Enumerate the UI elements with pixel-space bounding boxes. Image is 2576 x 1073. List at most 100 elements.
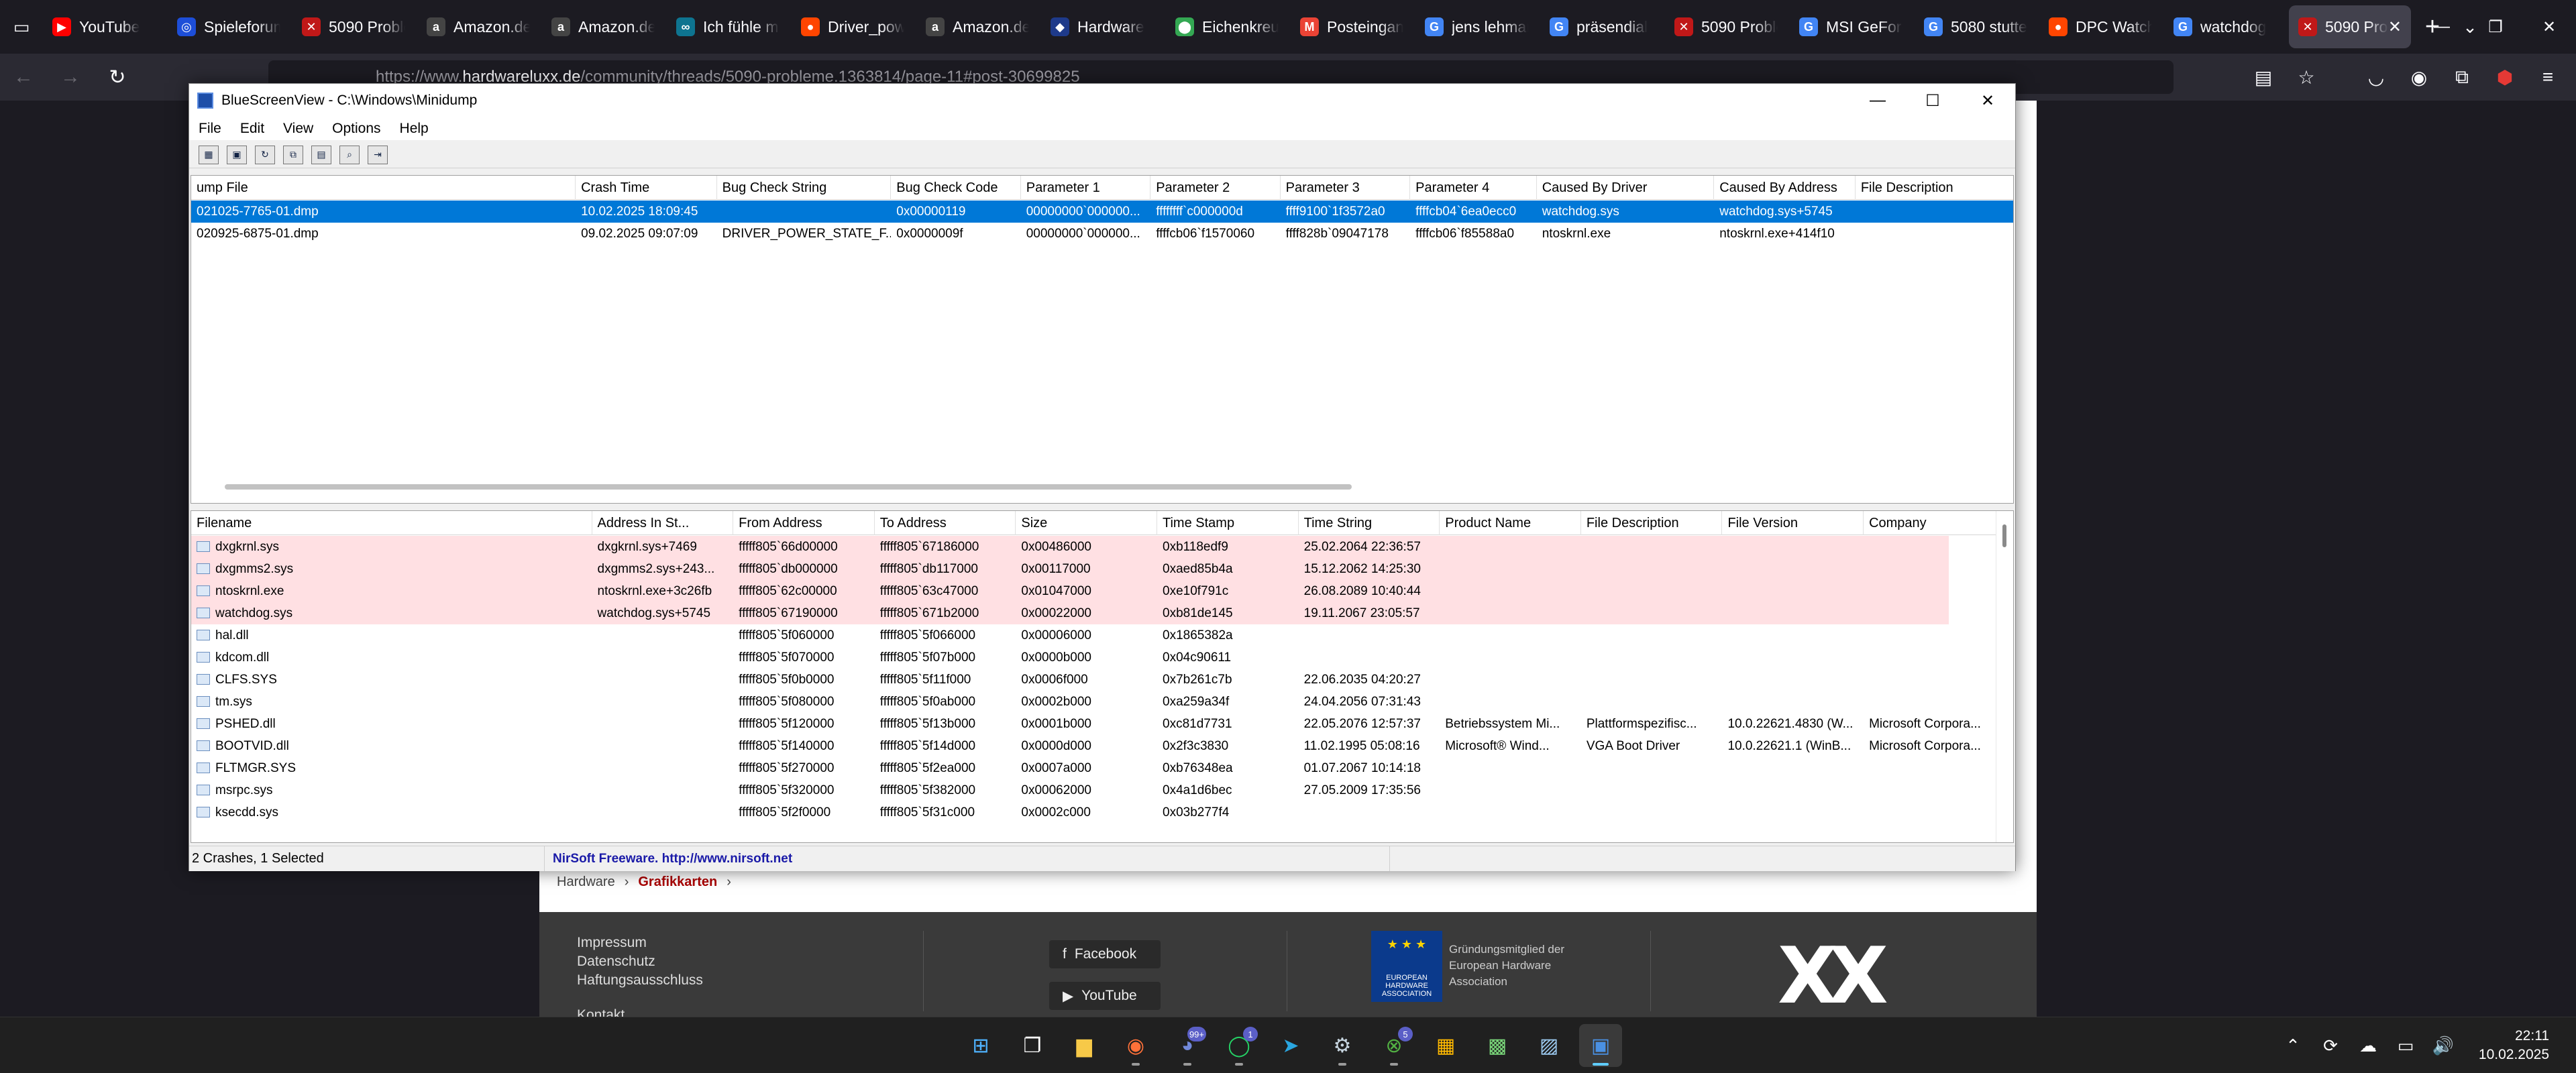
copy-icon[interactable]: ⧉ bbox=[283, 145, 303, 164]
bluescreenview-taskbar-icon[interactable]: ▣ bbox=[1579, 1024, 1622, 1067]
eha-logo[interactable]: ★ ★ ★ EUROPEAN HARDWARE ASSOCIATION bbox=[1371, 931, 1442, 1002]
advanced-options-icon[interactable]: ▦ bbox=[199, 145, 219, 164]
menu-options[interactable]: Options bbox=[332, 121, 380, 137]
browser-tab[interactable]: a Amazon.de bbox=[417, 5, 539, 48]
table-row[interactable]: tm.sys fffff805`5f080000 fffff805`5f0ab000… bbox=[191, 691, 2013, 713]
table-row[interactable]: msrpc.sys fffff805`5f320000 fffff805`5f382… bbox=[191, 779, 2013, 801]
monitor-tool-icon[interactable]: ▨ bbox=[1527, 1024, 1570, 1067]
sync-icon[interactable]: ⟳ bbox=[2312, 1017, 2349, 1073]
column-header[interactable]: Parameter 2 bbox=[1150, 176, 1281, 200]
task-view-icon[interactable]: ❐ bbox=[1011, 1024, 1054, 1067]
column-header[interactable]: Caused By Address bbox=[1714, 176, 1856, 200]
browser-tab[interactable]: ▶ YouTube bbox=[43, 5, 165, 48]
whatsapp-icon[interactable]: ◯ 1 bbox=[1218, 1024, 1260, 1067]
column-header[interactable]: Caused By Driver bbox=[1537, 176, 1715, 200]
footer-link-datenschutz[interactable]: Datenschutz bbox=[577, 952, 703, 971]
browser-tab[interactable]: ◆ Hardware bbox=[1041, 5, 1163, 48]
browser-tab[interactable]: G 5080 stutter bbox=[1915, 5, 2037, 48]
close-icon[interactable]: ✕ bbox=[1960, 84, 2015, 117]
column-header[interactable]: Bug Check Code bbox=[891, 176, 1021, 200]
footer-link-haftungsausschluss[interactable]: Haftungsausschluss bbox=[577, 971, 703, 990]
firefox-icon[interactable]: ◉ bbox=[1114, 1024, 1157, 1067]
column-header[interactable]: File Version bbox=[1722, 511, 1864, 535]
browser-tab[interactable]: a Amazon.de bbox=[542, 5, 664, 48]
column-header[interactable]: Product Name bbox=[1440, 511, 1581, 535]
telegram-icon[interactable]: ➤ bbox=[1269, 1024, 1312, 1067]
breadcrumb-item-grafikkarten[interactable]: Grafikkarten bbox=[638, 874, 717, 890]
account-icon[interactable]: ◉ bbox=[2398, 54, 2440, 101]
column-header[interactable]: Bug Check String bbox=[717, 176, 892, 200]
table-row[interactable]: dxgmms2.sys dxgmms2.sys+243... fffff805`db… bbox=[191, 558, 1949, 580]
tab-list-icon[interactable]: ▭ bbox=[0, 0, 43, 54]
menu-view[interactable]: View bbox=[283, 121, 313, 137]
table-row[interactable]: FLTMGR.SYS fffff805`5f270000 fffff805`5f2e… bbox=[191, 757, 2013, 779]
properties-icon[interactable]: ▤ bbox=[311, 145, 331, 164]
browser-tab[interactable]: ● DPC Watchdog bbox=[2039, 5, 2161, 48]
column-header[interactable]: File Description bbox=[1581, 511, 1723, 535]
close-tab-icon[interactable]: ✕ bbox=[2388, 17, 2402, 37]
chevron-up-icon[interactable]: ⌃ bbox=[2274, 1017, 2312, 1073]
close-icon[interactable]: ✕ bbox=[2522, 0, 2576, 54]
table-row[interactable]: kdcom.dll fffff805`5f070000 fffff805`5f07b… bbox=[191, 646, 2013, 669]
system-tool-icon[interactable]: ▩ bbox=[1476, 1024, 1519, 1067]
table-row[interactable]: PSHED.dll fffff805`5f120000 fffff805`5f13b… bbox=[191, 713, 2013, 735]
table-row[interactable]: ksecdd.sys fffff805`5f2f0000 fffff805`5f31… bbox=[191, 801, 2013, 824]
youtube-button[interactable]: ▶ YouTube bbox=[1049, 982, 1161, 1010]
back-arrow-icon[interactable]: ← bbox=[0, 54, 47, 101]
table-row[interactable]: ntoskrnl.exe ntoskrnl.exe+3c26fb fffff805`… bbox=[191, 580, 1949, 602]
restore-icon[interactable]: ❐ bbox=[2469, 0, 2522, 54]
column-header[interactable]: Address In St... bbox=[592, 511, 734, 535]
browser-tab[interactable]: G MSI GeForce bbox=[1790, 5, 1912, 48]
menu-file[interactable]: File bbox=[199, 121, 221, 137]
bookmark-star-icon[interactable]: ☆ bbox=[2285, 54, 2328, 101]
window-title-bar[interactable]: BlueScreenView - C:\Windows\Minidump — ☐… bbox=[189, 84, 2015, 117]
browser-tab[interactable]: ∞ Ich fühle mich bbox=[667, 5, 789, 48]
column-header[interactable]: File Description bbox=[1856, 176, 2013, 200]
column-header[interactable]: Time Stamp bbox=[1157, 511, 1299, 535]
table-row[interactable]: 021025-7765-01.dmp 10.02.2025 18:09:45 0x0… bbox=[191, 201, 2013, 223]
facebook-button[interactable]: f Facebook bbox=[1049, 940, 1161, 968]
reader-view-icon[interactable]: ▤ bbox=[2242, 54, 2285, 101]
table-row[interactable]: hal.dll fffff805`5f060000 fffff805`5f06600… bbox=[191, 624, 2013, 646]
minimize-icon[interactable]: — bbox=[2415, 0, 2469, 54]
footer-link-impressum[interactable]: Impressum bbox=[577, 934, 703, 952]
vertical-scrollbar[interactable] bbox=[1996, 511, 2013, 842]
hardwareluxx-logo[interactable]: XX bbox=[1778, 931, 1888, 1021]
save-icon[interactable]: ▣ bbox=[227, 145, 247, 164]
browser-tab[interactable]: Gpräsendial bbox=[1540, 5, 1662, 48]
nirsoft-link[interactable]: NirSoft Freeware. http://www.nirsoft.net bbox=[545, 846, 1390, 871]
browser-tab[interactable]: ✕ 5090 Probleme bbox=[1665, 5, 1787, 48]
reload-icon[interactable]: ↻ bbox=[94, 54, 141, 101]
ublock-icon[interactable]: ⬢ bbox=[2483, 54, 2526, 101]
cloud-icon[interactable]: ☁ bbox=[2349, 1017, 2387, 1073]
browser-tab[interactable]: ● Driver_power bbox=[792, 5, 914, 48]
browser-tab[interactable]: ✕5090 Probleme✕ bbox=[2289, 5, 2411, 48]
browser-tab[interactable]: Gwatchdog bbox=[2164, 5, 2286, 48]
find-icon[interactable]: ⌕ bbox=[339, 145, 360, 164]
browser-tab[interactable]: ✕ 5090 Probleme bbox=[292, 5, 415, 48]
table-row[interactable]: BOOTVID.dll fffff805`5f140000 fffff805`5f1… bbox=[191, 735, 2013, 757]
browser-tab[interactable]: ◎ Spieleforum bbox=[168, 5, 290, 48]
file-explorer-icon[interactable]: ▆ bbox=[1063, 1024, 1106, 1067]
column-header[interactable]: Size bbox=[1016, 511, 1157, 535]
column-header[interactable]: Parameter 3 bbox=[1281, 176, 1411, 200]
table-row[interactable]: 020925-6875-01.dmp 09.02.2025 09:07:09 DRI… bbox=[191, 223, 2013, 245]
browser-tab[interactable]: a Amazon.de bbox=[916, 5, 1038, 48]
menu-hamburger-icon[interactable]: ≡ bbox=[2526, 54, 2569, 101]
network-icon[interactable]: ▭ bbox=[2387, 1017, 2424, 1073]
column-header[interactable]: Time String bbox=[1299, 511, 1440, 535]
column-header[interactable]: Parameter 4 bbox=[1410, 176, 1537, 200]
minimize-icon[interactable]: — bbox=[1850, 84, 1905, 117]
forward-arrow-icon[interactable]: → bbox=[47, 54, 94, 101]
column-header[interactable]: Crash Time bbox=[576, 176, 717, 200]
column-header[interactable]: To Address bbox=[875, 511, 1016, 535]
scrollbar-thumb[interactable] bbox=[2002, 524, 2006, 547]
table-row[interactable]: CLFS.SYS fffff805`5f0b0000 fffff805`5f11f0… bbox=[191, 669, 2013, 691]
column-header[interactable]: Parameter 1 bbox=[1021, 176, 1151, 200]
clock[interactable]: 22:11 10.02.2025 bbox=[2462, 1027, 2576, 1064]
column-header[interactable]: Company bbox=[1864, 511, 2005, 535]
browser-tab[interactable]: M Posteingang bbox=[1291, 5, 1413, 48]
table-row[interactable]: dxgkrnl.sys dxgkrnl.sys+7469 fffff805`66d0… bbox=[191, 536, 1949, 558]
xbox-icon[interactable]: ⊗ 5 bbox=[1373, 1024, 1415, 1067]
steam-icon[interactable]: ⚙ bbox=[1321, 1024, 1364, 1067]
